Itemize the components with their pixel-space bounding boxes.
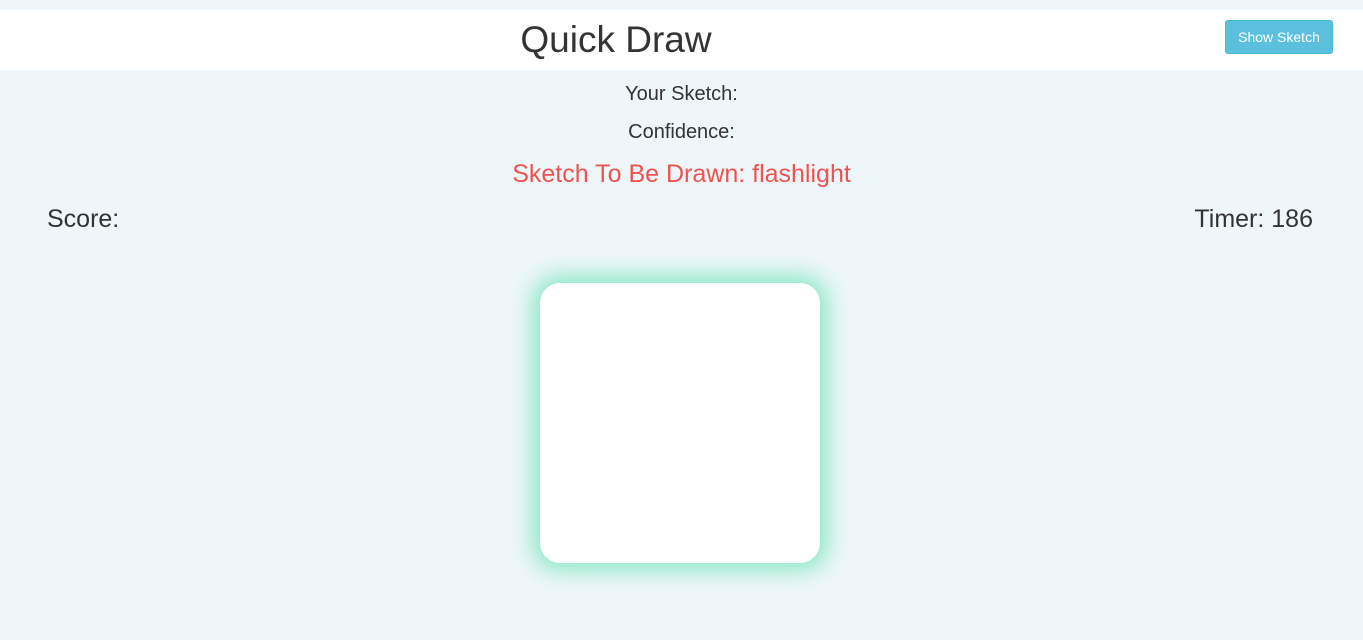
header-bar: Quick Draw Show Sketch <box>0 10 1363 70</box>
timer-label: Timer: <box>1194 205 1265 233</box>
score-label: Score: <box>47 205 120 233</box>
timer-value: 186 <box>1271 205 1313 233</box>
target-prefix: Sketch To Be Drawn: <box>512 160 746 188</box>
your-sketch-label: Your Sketch: <box>625 83 738 105</box>
confidence-label: Confidence: <box>628 121 735 143</box>
drawing-canvas[interactable] <box>540 283 820 563</box>
app-title: Quick Draw <box>520 19 712 60</box>
show-sketch-button[interactable]: Show Sketch <box>1225 20 1333 54</box>
target-word: flashlight <box>752 160 851 188</box>
target-sketch-line: Sketch To Be Drawn: flashlight <box>0 159 1363 189</box>
timer-display: Timer: 186 <box>1194 204 1313 234</box>
